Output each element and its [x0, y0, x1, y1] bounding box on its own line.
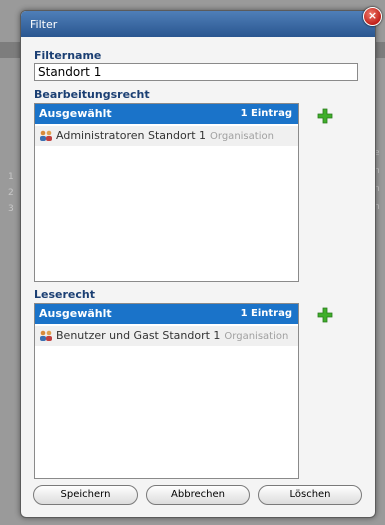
list-item[interactable]: Benutzer und Gast Standort 1 Organisation — [35, 326, 298, 346]
add-leserecht-button[interactable] — [317, 307, 333, 323]
close-icon: × — [367, 9, 378, 22]
list-item-name: Benutzer und Gast Standort 1 — [56, 329, 221, 342]
list-item-name: Administratoren Standort 1 — [56, 129, 207, 142]
list-item-type: Organisation — [210, 131, 274, 142]
leserecht-label: Leserecht — [34, 288, 95, 301]
bearbeitungsrecht-list[interactable]: Ausgewählt 1 Eintrag Administratoren Sta… — [34, 103, 299, 282]
group-icon — [40, 130, 52, 141]
delete-button[interactable]: Löschen — [258, 485, 362, 505]
list-header-count: 1 Eintrag — [240, 108, 292, 119]
background-row-number: 2 — [8, 188, 14, 198]
background-row-number: 3 — [8, 204, 14, 214]
bearbeitungsrecht-label: Bearbeitungsrecht — [34, 88, 150, 101]
leserecht-list[interactable]: Ausgewählt 1 Eintrag Benutzer und Gast S… — [34, 303, 299, 479]
filter-dialog: Filter × Filtername Bearbeitungsrecht Au… — [20, 7, 382, 518]
group-icon — [40, 330, 52, 341]
dialog-title: Filter — [30, 18, 58, 31]
list-header: Ausgewählt 1 Eintrag — [35, 304, 298, 324]
list-item-text: Administratoren Standort 1 Organisation — [56, 129, 274, 142]
close-button[interactable]: × — [363, 7, 382, 26]
list-header-count: 1 Eintrag — [240, 308, 292, 319]
list-header-title: Ausgewählt — [39, 307, 112, 320]
add-bearbeitungsrecht-button[interactable] — [317, 108, 333, 124]
list-header-title: Ausgewählt — [39, 107, 112, 120]
save-button[interactable]: Speichern — [33, 485, 138, 505]
list-item[interactable]: Administratoren Standort 1 Organisation — [35, 126, 298, 146]
dialog-title-bar[interactable]: Filter — [21, 11, 375, 37]
filtername-input[interactable] — [34, 63, 358, 81]
filtername-label: Filtername — [34, 49, 102, 62]
background-row-number: 1 — [8, 172, 14, 182]
list-item-text: Benutzer und Gast Standort 1 Organisation — [56, 329, 288, 342]
list-item-type: Organisation — [224, 331, 289, 342]
list-header: Ausgewählt 1 Eintrag — [35, 104, 298, 124]
cancel-button[interactable]: Abbrechen — [146, 485, 250, 505]
